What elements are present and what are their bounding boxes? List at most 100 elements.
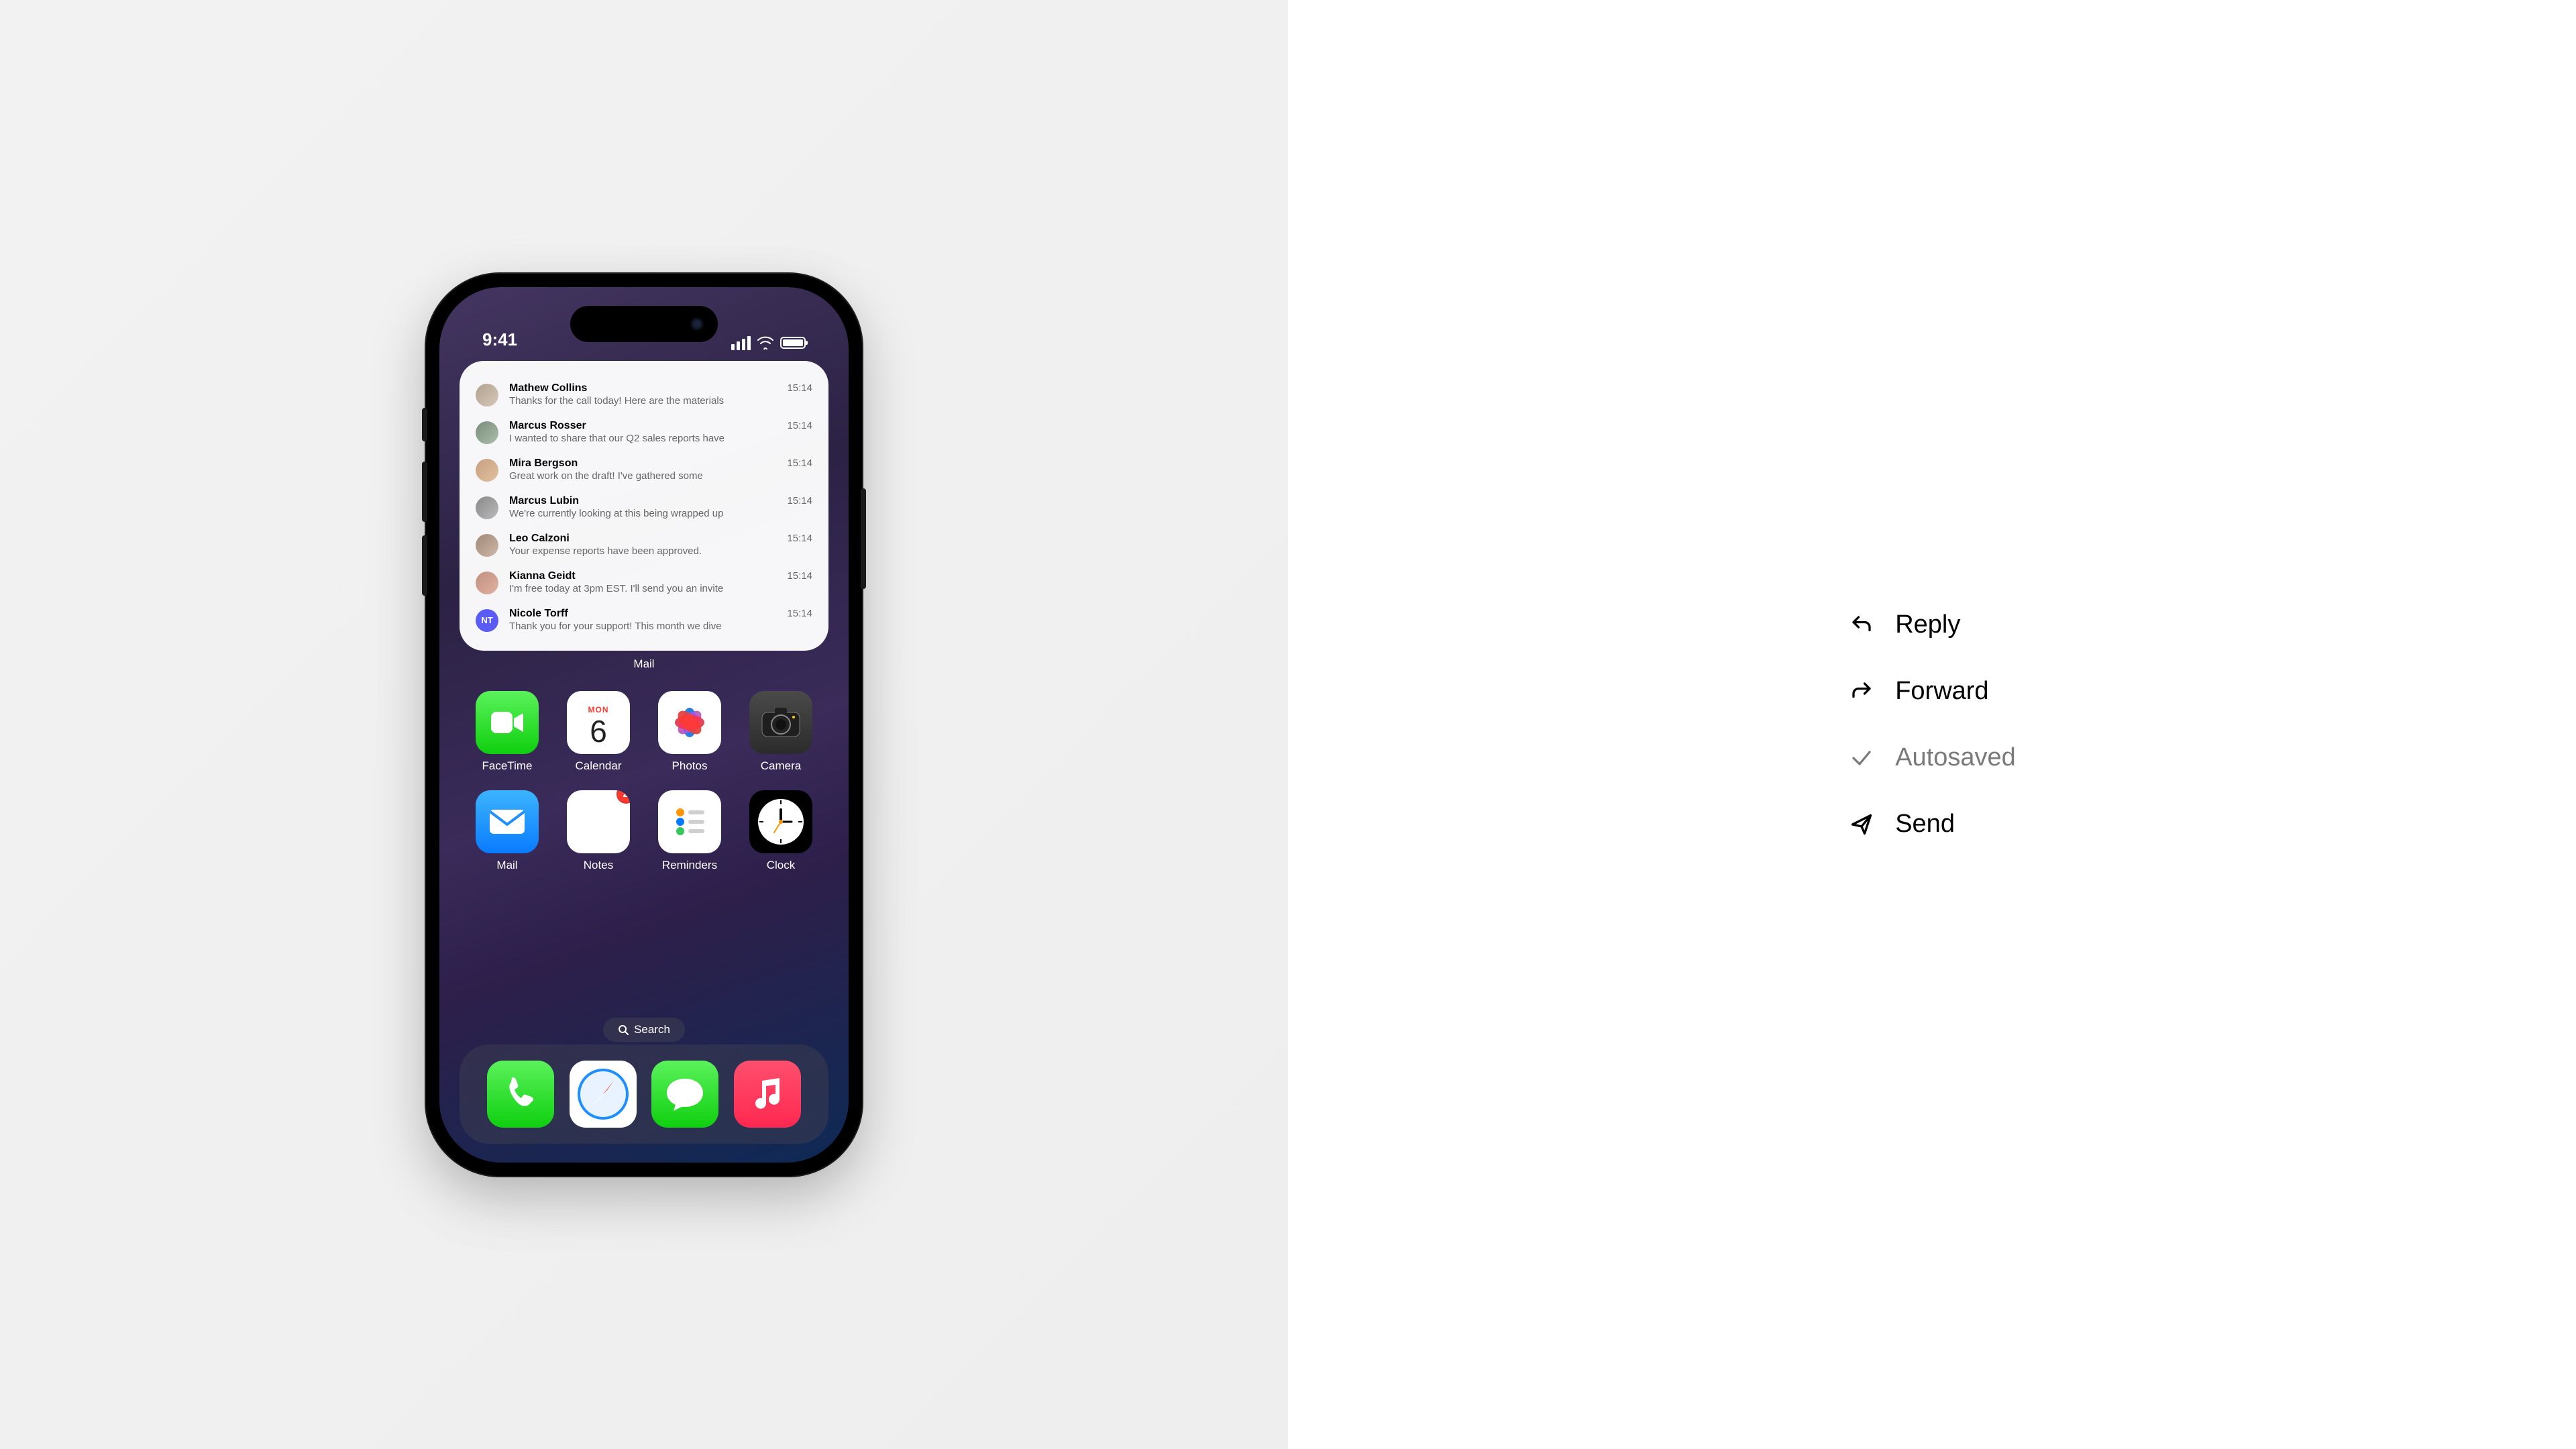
calendar-day: 6 (590, 716, 607, 747)
forward-arrow-icon (1848, 678, 1875, 705)
app-label: Clock (767, 859, 796, 872)
compass-icon (575, 1066, 631, 1122)
mail-row[interactable]: Leo Calzoni 15:14 Your expense reports h… (476, 526, 812, 564)
mail-preview: I wanted to share that our Q2 sales repo… (509, 433, 812, 444)
mail-sender: Marcus Lubin (509, 495, 579, 507)
app-camera[interactable]: Camera (740, 691, 822, 773)
avatar (476, 384, 498, 407)
mail-row[interactable]: Marcus Rosser 15:14 I wanted to share th… (476, 413, 812, 451)
phone-handset-icon (502, 1075, 539, 1113)
mail-preview: We're currently looking at this being wr… (509, 508, 812, 519)
mail-preview: Great work on the draft! I've gathered s… (509, 470, 812, 482)
notes-icon: 2 (567, 790, 630, 853)
camera-icon (749, 691, 812, 754)
avatar (476, 572, 498, 594)
app-label: Calendar (576, 759, 622, 773)
avatar (476, 496, 498, 519)
spotlight-search[interactable]: Search (603, 1018, 685, 1042)
mail-row[interactable]: Kianna Geidt 15:14 I'm free today at 3pm… (476, 564, 812, 601)
search-label: Search (634, 1023, 670, 1036)
app-messages[interactable] (651, 1061, 718, 1128)
phone-volume-down (422, 535, 427, 596)
autosaved-status: Autosaved (1848, 743, 2016, 772)
calendar-icon: MON 6 (567, 691, 630, 754)
app-label: FaceTime (482, 759, 533, 773)
app-reminders[interactable]: Reminders (649, 790, 731, 872)
mail-row[interactable]: Mira Bergson 15:14 Great work on the dra… (476, 451, 812, 488)
app-label: Mail (496, 859, 517, 872)
widget-app-label: Mail (439, 657, 849, 671)
signal-icon (731, 336, 751, 350)
action-label: Reply (1895, 610, 1960, 639)
avatar (476, 534, 498, 557)
send-action[interactable]: Send (1848, 810, 2016, 839)
left-pane: 9:41 Mathew Collins 15:14 Than (0, 0, 1288, 1449)
front-camera-icon (690, 317, 704, 331)
photos-icon (658, 691, 721, 754)
avatar (476, 459, 498, 482)
mail-preview: I'm free today at 3pm EST. I'll send you… (509, 583, 812, 594)
mail-preview: Your expense reports have been approved. (509, 545, 812, 557)
app-music[interactable] (734, 1061, 801, 1128)
check-icon (1848, 745, 1875, 771)
paper-plane-icon (1848, 811, 1875, 838)
avatar (476, 421, 498, 444)
phone-screen: 9:41 Mathew Collins 15:14 Than (439, 287, 849, 1163)
wifi-icon (757, 336, 773, 350)
mail-icon (476, 790, 539, 853)
app-calendar[interactable]: MON 6 Calendar (557, 691, 639, 773)
mail-time: 15:14 (787, 570, 812, 582)
action-list: Reply Forward Autosaved Send (1848, 610, 2016, 839)
mail-widget[interactable]: Mathew Collins 15:14 Thanks for the call… (460, 361, 828, 651)
app-mail[interactable]: Mail (466, 790, 548, 872)
mail-sender: Leo Calzoni (509, 533, 570, 545)
app-label: Photos (672, 759, 708, 773)
action-label: Autosaved (1895, 743, 2016, 772)
mail-sender: Kianna Geidt (509, 570, 576, 582)
app-clock[interactable]: Clock (740, 790, 822, 872)
mail-row[interactable]: Mathew Collins 15:14 Thanks for the call… (476, 376, 812, 413)
mail-sender: Mathew Collins (509, 382, 587, 394)
chat-bubble-icon (664, 1075, 706, 1114)
mail-row[interactable]: NT Nicole Torff 15:14 Thank you for your… (476, 601, 812, 639)
mail-time: 15:14 (787, 382, 812, 394)
forward-action[interactable]: Forward (1848, 677, 2016, 706)
search-icon (618, 1024, 629, 1035)
mail-sender: Nicole Torff (509, 608, 568, 620)
mail-time: 15:14 (787, 608, 812, 619)
app-phone[interactable] (487, 1061, 554, 1128)
action-label: Forward (1895, 677, 1988, 706)
dock (460, 1044, 828, 1144)
mail-sender: Marcus Rosser (509, 420, 586, 432)
app-facetime[interactable]: FaceTime (466, 691, 548, 773)
app-notes[interactable]: 2 Notes (557, 790, 639, 872)
avatar: NT (476, 609, 498, 632)
mail-row[interactable]: Marcus Lubin 15:14 We're currently looki… (476, 488, 812, 526)
mail-time: 15:14 (787, 458, 812, 469)
phone-volume-up (422, 462, 427, 522)
phone-silence-switch (422, 408, 427, 441)
battery-icon (780, 337, 806, 349)
notes-badge: 2 (616, 790, 630, 804)
phone-power-button (861, 488, 866, 589)
reply-action[interactable]: Reply (1848, 610, 2016, 639)
app-photos[interactable]: Photos (649, 691, 731, 773)
calendar-weekday: MON (588, 705, 609, 714)
phone-frame: 9:41 Mathew Collins 15:14 Than (426, 274, 862, 1176)
app-label: Reminders (662, 859, 717, 872)
mail-preview: Thanks for the call today! Here are the … (509, 395, 812, 407)
mail-preview: Thank you for your support! This month w… (509, 621, 812, 632)
mail-time: 15:14 (787, 533, 812, 544)
home-app-grid: FaceTime MON 6 Calendar (466, 691, 822, 872)
action-label: Send (1895, 810, 1955, 839)
music-note-icon (750, 1075, 785, 1113)
status-time: 9:41 (482, 329, 517, 350)
app-label: Notes (584, 859, 613, 872)
app-safari[interactable] (570, 1061, 637, 1128)
reply-arrow-icon (1848, 612, 1875, 639)
dynamic-island (570, 306, 718, 342)
mail-sender: Mira Bergson (509, 458, 578, 470)
app-label: Camera (761, 759, 801, 773)
reminders-icon (658, 790, 721, 853)
facetime-icon (476, 691, 539, 754)
